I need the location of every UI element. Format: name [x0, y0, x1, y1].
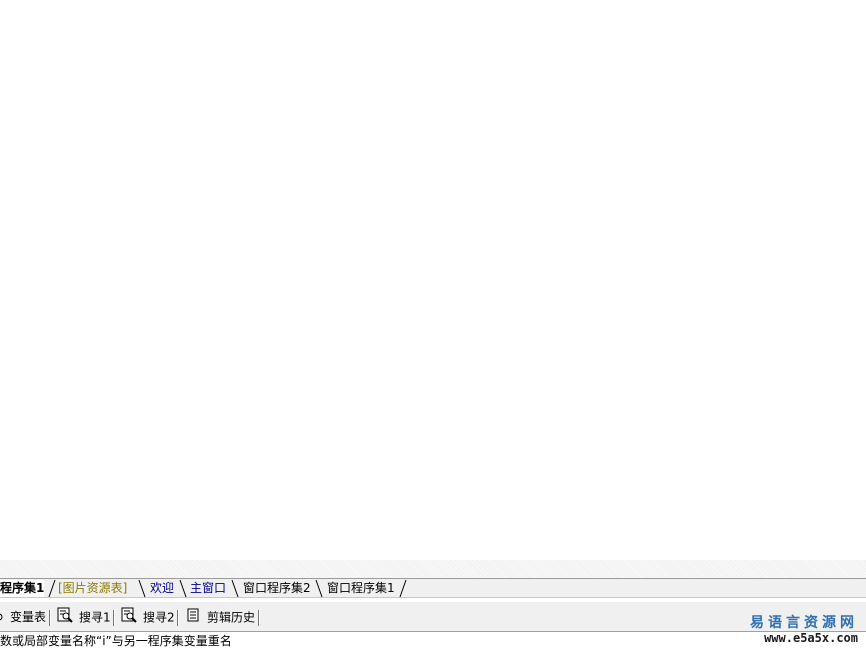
variable-table-button[interactable]: 变量表 — [0, 607, 46, 627]
tab-welcome[interactable]: 欢迎 — [150, 580, 174, 597]
tab-image-resource-table[interactable]: [图片资源表] — [58, 580, 127, 597]
toolbar-divider — [258, 610, 260, 626]
search-2-button[interactable]: 搜寻2 — [121, 607, 175, 627]
tab-separator — [47, 579, 57, 598]
tab-program-set-1[interactable]: 程序集1 — [0, 580, 45, 597]
search-1-button[interactable]: 搜寻1 — [57, 607, 111, 627]
magnifier-doc-icon — [121, 607, 137, 629]
document-tab-bar: 程序集1 [图片资源表] 欢迎 主窗口 窗口程序集2 窗口程序集1 — [0, 578, 866, 598]
variable-table-label: 变量表 — [10, 610, 47, 624]
tab-separator — [230, 579, 240, 598]
tab-separator — [178, 579, 188, 598]
variable-table-icon — [0, 608, 4, 628]
toolbar-divider — [49, 610, 51, 626]
tab-separator — [398, 579, 408, 598]
clip-history-label: 剪辑历史 — [207, 610, 256, 625]
magnifier-doc-icon — [57, 607, 73, 629]
tab-separator — [314, 579, 324, 598]
tab-window-program-set-2[interactable]: 窗口程序集2 — [243, 580, 311, 597]
tab-window-program-set-1[interactable]: 窗口程序集1 — [327, 580, 395, 597]
watermark-url: www.e5a5x.com — [764, 631, 858, 645]
watermark-title: 易语言资源网 — [750, 615, 858, 631]
bottom-tool-tabs: 变量表 搜寻1 搜寻2 剪辑历史 — [0, 602, 866, 632]
toolbar-divider — [113, 610, 115, 626]
clipboard-doc-icon — [187, 607, 201, 629]
status-message: 数或局部变量名称“i”与另一程序集变量重名 — [0, 632, 866, 651]
tab-main-window[interactable]: 主窗口 — [190, 580, 226, 597]
code-editor-area[interactable] — [0, 0, 866, 560]
clip-history-button[interactable]: 剪辑历史 — [187, 607, 255, 627]
toolbar-divider — [177, 610, 179, 626]
tab-separator — [137, 579, 147, 598]
editor-splitter[interactable] — [0, 560, 866, 578]
search-1-label: 搜寻1 — [79, 610, 111, 625]
search-2-label: 搜寻2 — [143, 610, 175, 625]
